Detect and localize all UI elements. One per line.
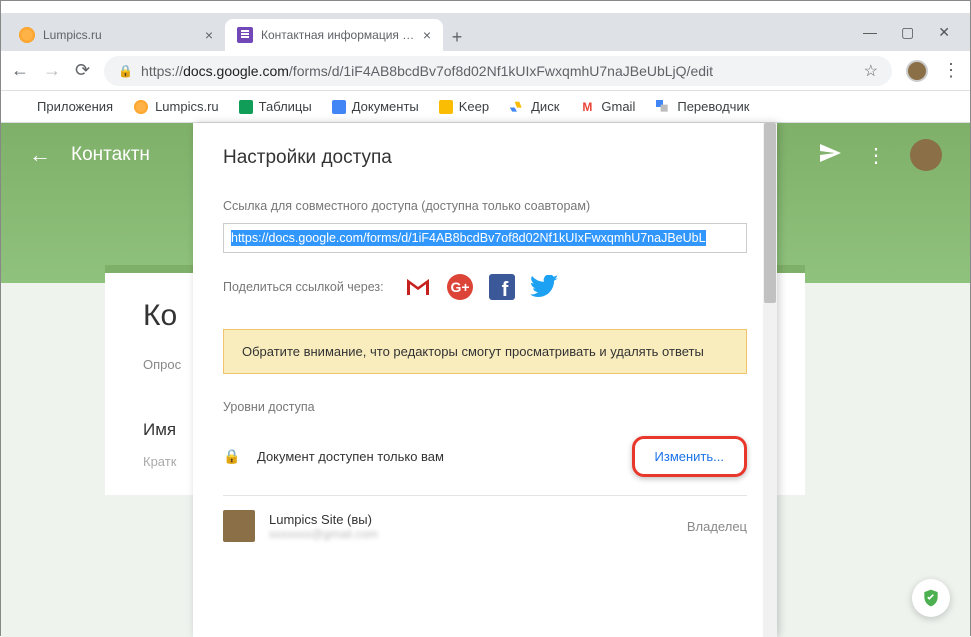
- minimize-icon[interactable]: —: [863, 24, 877, 40]
- close-window-icon[interactable]: ✕: [938, 24, 950, 41]
- tab-lumpics[interactable]: Lumpics.ru ×: [7, 19, 225, 51]
- sharing-settings-modal: Настройки доступа Ссылка для совместного…: [193, 123, 777, 637]
- maximize-icon[interactable]: ▢: [901, 24, 914, 41]
- send-icon[interactable]: [818, 141, 842, 170]
- tab-forms[interactable]: Контактная информация - Goo... ×: [225, 19, 443, 51]
- share-via-label: Поделиться ссылкой через:: [223, 280, 384, 294]
- close-icon[interactable]: ×: [423, 27, 431, 43]
- bookmark-gmail[interactable]: MGmail: [579, 99, 635, 115]
- share-via-row: Поделиться ссылкой через: G+ f: [223, 273, 747, 301]
- lock-icon: 🔒: [223, 448, 243, 465]
- tab-title: Контактная информация - Goo...: [261, 28, 415, 42]
- apps-shortcut[interactable]: Приложения: [15, 99, 113, 115]
- bookmarks-bar: Приложения Lumpics.ru Таблицы Документы …: [1, 91, 970, 123]
- url-text: https://docs.google.com/forms/d/1iF4AB8b…: [141, 63, 856, 79]
- lock-icon: 🔒: [118, 64, 133, 78]
- apps-grid-icon: [15, 99, 31, 115]
- link-label: Ссылка для совместного доступа (доступна…: [223, 199, 747, 213]
- favicon-forms: [237, 27, 253, 43]
- favicon-lumpics: [19, 27, 35, 43]
- bookmark-translate[interactable]: Переводчик: [655, 99, 749, 115]
- owner-email: xxxxxxx@gmail.com: [269, 527, 673, 541]
- security-shield-badge[interactable]: [912, 579, 950, 617]
- forward-button: →: [43, 60, 61, 81]
- gplus-share-icon[interactable]: G+: [446, 273, 474, 301]
- back-button[interactable]: ←: [11, 60, 29, 81]
- translate-icon: [655, 99, 671, 115]
- access-private-row: 🔒 Документ доступен только вам Изменить.…: [223, 428, 747, 496]
- forms-app-area: ← Контактн ⋮ Ко Опрос Имя Кратк Настройк…: [1, 123, 970, 637]
- owner-name: Lumpics Site (вы): [269, 512, 673, 527]
- owner-row: Lumpics Site (вы) xxxxxxx@gmail.com Влад…: [223, 496, 747, 556]
- change-access-button[interactable]: Изменить...: [632, 436, 747, 477]
- share-link-input[interactable]: https://docs.google.com/forms/d/1iF4AB8b…: [223, 223, 747, 253]
- drive-icon: [509, 99, 525, 115]
- more-menu-icon[interactable]: ⋮: [866, 143, 886, 168]
- bookmark-docs[interactable]: Документы: [332, 99, 419, 114]
- svg-text:G+: G+: [450, 279, 469, 295]
- warning-banner: Обратите внимание, что редакторы смогут …: [223, 329, 747, 374]
- back-arrow-icon[interactable]: ←: [29, 142, 51, 168]
- apps-label: Приложения: [37, 99, 113, 114]
- kebab-menu-icon[interactable]: ⋮: [942, 60, 960, 81]
- tab-strip: Lumpics.ru × Контактная информация - Goo…: [1, 13, 970, 51]
- address-bar[interactable]: 🔒 https://docs.google.com/forms/d/1iF4AB…: [104, 56, 892, 86]
- facebook-share-icon[interactable]: f: [488, 273, 516, 301]
- gmail-share-icon[interactable]: [404, 273, 432, 301]
- owner-avatar: [223, 510, 255, 542]
- window-controls: — ▢ ✕: [843, 13, 970, 51]
- modal-scrollbar[interactable]: [763, 123, 777, 637]
- twitter-share-icon[interactable]: [530, 273, 558, 301]
- user-avatar[interactable]: [910, 139, 942, 171]
- reload-button[interactable]: ⟳: [75, 60, 90, 81]
- profile-avatar[interactable]: [906, 60, 928, 82]
- close-icon[interactable]: ×: [205, 27, 213, 43]
- svg-text:f: f: [501, 279, 508, 300]
- access-text: Документ доступен только вам: [257, 449, 618, 464]
- bookmark-keep[interactable]: Keep: [439, 99, 489, 114]
- tab-title: Lumpics.ru: [43, 28, 197, 42]
- bookmark-star-icon[interactable]: ☆: [864, 61, 878, 81]
- owner-role: Владелец: [687, 519, 747, 534]
- form-title: Контактн: [71, 144, 150, 166]
- access-levels-label: Уровни доступа: [223, 400, 747, 414]
- bookmark-lumpics[interactable]: Lumpics.ru: [133, 99, 219, 115]
- bookmark-drive[interactable]: Диск: [509, 99, 559, 115]
- bookmark-sheets[interactable]: Таблицы: [239, 99, 312, 114]
- modal-title: Настройки доступа: [223, 147, 747, 169]
- new-tab-button[interactable]: +: [443, 23, 471, 51]
- browser-toolbar: ← → ⟳ 🔒 https://docs.google.com/forms/d/…: [1, 51, 970, 91]
